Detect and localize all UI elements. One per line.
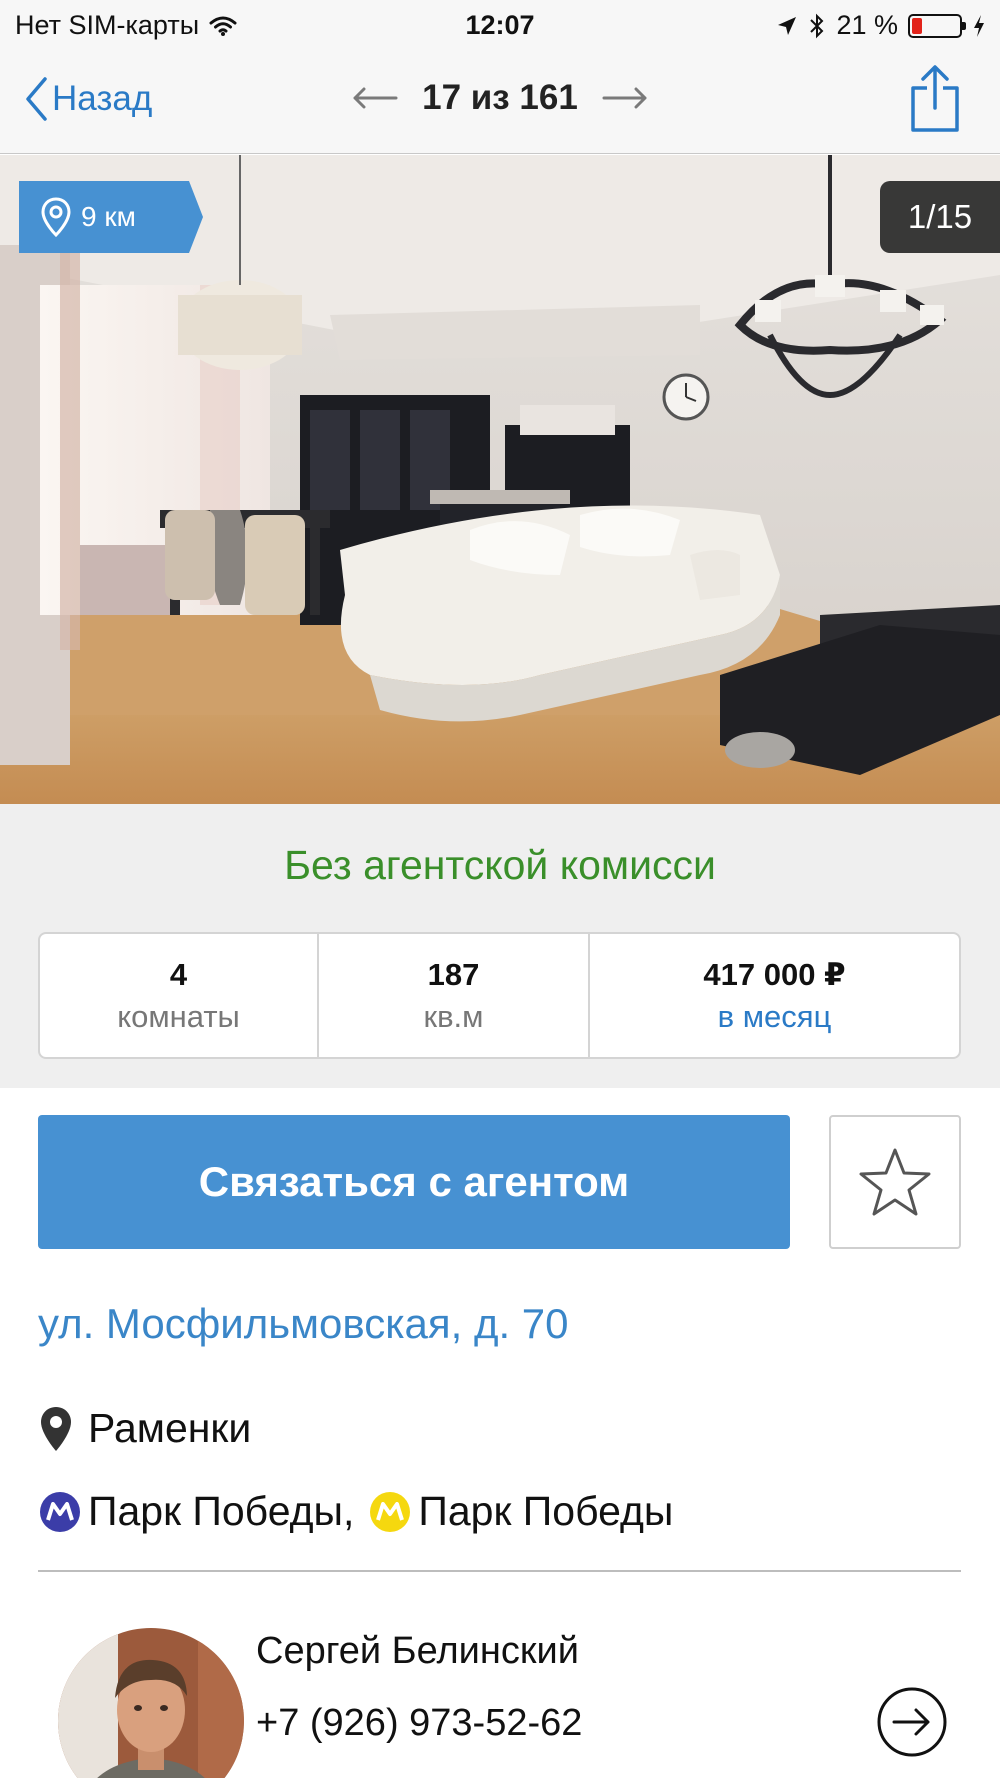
previous-arrow-icon[interactable]: [352, 86, 398, 110]
listing-stats: 4 комнаты 187 кв.м 417 000 ₽ в месяц: [38, 932, 961, 1059]
distance-content: 9 км: [41, 181, 136, 253]
stat-rooms: 4 комнаты: [40, 934, 319, 1057]
status-bar: Нет SIM-карты 12:07 21 %: [0, 0, 1000, 52]
status-right: 21 %: [776, 10, 986, 41]
stat-price: 417 000 ₽ в месяц: [590, 934, 959, 1057]
agent-portrait-image: [58, 1628, 244, 1778]
listing-pager: 17 из 161: [0, 78, 1000, 118]
arrow-right-circle-icon: [877, 1687, 947, 1757]
agent-avatar[interactable]: [58, 1628, 244, 1778]
bluetooth-icon: [810, 13, 824, 38]
address-link[interactable]: ул. Мосфильмовская, д. 70: [38, 1300, 569, 1348]
divider: [38, 1570, 961, 1572]
agent-name: Сергей Белинский: [256, 1630, 579, 1672]
battery-percent: 21 %: [836, 10, 898, 40]
commission-note: Без агентской комисси: [284, 842, 716, 888]
listing-photo[interactable]: 9 км 1/15: [0, 155, 1000, 804]
area-label: кв.м: [423, 998, 484, 1034]
star-icon: [859, 1148, 931, 1216]
photo-counter: 1/15: [880, 181, 1000, 253]
share-icon: [911, 65, 959, 132]
location-arrow-icon: [778, 16, 797, 35]
agent-phone[interactable]: +7 (926) 973-52-62: [256, 1702, 582, 1745]
agent-details-button[interactable]: [876, 1686, 948, 1763]
area-value: 187: [427, 956, 480, 992]
map-pin-icon: [41, 197, 71, 237]
rooms-label: комнаты: [117, 998, 240, 1034]
district: Раменки: [40, 1405, 251, 1452]
metro-line-icon: [370, 1491, 411, 1532]
rooms-value: 4: [169, 956, 188, 992]
battery-icon: [908, 13, 966, 38]
charging-bolt-icon: [974, 14, 984, 37]
price-value: 417 000 ₽: [703, 956, 846, 992]
distance-label: 9 км: [81, 201, 136, 232]
listing-summary: Без агентской комисси 4 комнаты 187 кв.м…: [0, 804, 1000, 1088]
share-button[interactable]: [910, 64, 960, 139]
stat-area: 187 кв.м: [319, 934, 590, 1057]
metro-stations: Парк Победы, Парк Победы: [40, 1488, 673, 1535]
pager-label: 17 из 161: [422, 78, 578, 117]
next-arrow-icon[interactable]: [602, 86, 648, 110]
price-period: в месяц: [717, 998, 832, 1034]
battery-level: [912, 17, 922, 34]
metro-line-icon: [40, 1491, 80, 1532]
contact-agent-button[interactable]: Связаться с агентом: [38, 1115, 790, 1249]
navigation-bar: Назад 17 из 161: [0, 52, 1000, 154]
district-label: Раменки: [88, 1405, 252, 1451]
favorite-button[interactable]: [829, 1115, 961, 1249]
metro-station-2: Парк Победы: [418, 1488, 674, 1534]
metro-station-1: Парк Победы,: [88, 1488, 355, 1534]
distance-tag: 9 км: [19, 181, 203, 253]
location-pin-icon: [41, 1406, 71, 1451]
